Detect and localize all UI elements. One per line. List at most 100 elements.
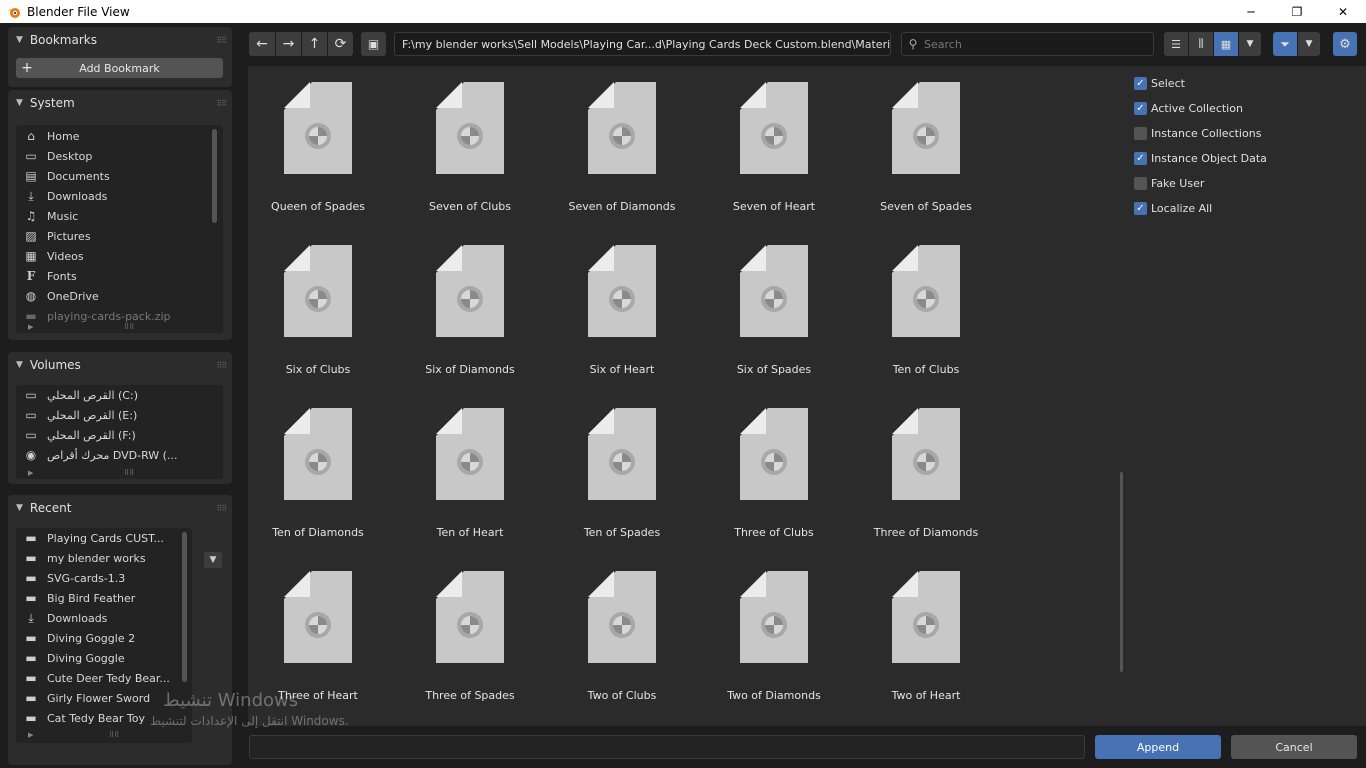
blend-file-thumbnail-icon	[284, 408, 352, 500]
drag-handle-icon[interactable]: ⠿⠿	[216, 36, 227, 45]
volume-item-c[interactable]: ▭ ‎القرص المحلي (C:)	[16, 385, 223, 405]
file-item[interactable]: Three of Heart	[248, 555, 398, 705]
expand-arrow-icon[interactable]: ▶	[28, 731, 33, 739]
recent-item[interactable]: ▬ Diving Goggle 2	[16, 628, 192, 648]
option-localize-all[interactable]: ✓ Localize All	[1134, 199, 1212, 217]
volume-item-dvd[interactable]: ◉ ‎محرك أقراص DVD-RW (...	[16, 445, 223, 465]
file-item[interactable]: Queen of Spades	[248, 66, 398, 216]
close-button[interactable]: ✕	[1320, 0, 1366, 23]
volume-item-f[interactable]: ▭ ‎القرص المحلي (F:)	[16, 425, 223, 445]
recent-item[interactable]: ▬ my blender works	[16, 548, 192, 568]
option-active-collection[interactable]: ✓ Active Collection	[1134, 99, 1243, 117]
system-scrollbar[interactable]	[212, 129, 217, 223]
drag-handle-icon[interactable]: ⠿⠿	[216, 361, 227, 370]
blend-file-thumbnail-icon	[588, 245, 656, 337]
system-item-music[interactable]: ♫ Music	[16, 206, 223, 226]
drag-handle-icon[interactable]: ⠿⠿	[216, 504, 227, 513]
blend-file-thumbnail-icon	[892, 82, 960, 174]
checkbox-checked-icon: ✓	[1134, 201, 1147, 215]
resize-grip-icon[interactable]: ⠿⠿	[124, 323, 134, 331]
resize-grip-icon[interactable]: ⠿⠿	[124, 469, 134, 477]
expand-arrow-icon[interactable]: ▶	[28, 469, 33, 477]
filename-input[interactable]	[249, 735, 1085, 759]
system-item-desktop[interactable]: ▭ Desktop	[16, 146, 223, 166]
file-item[interactable]: Three of Diamonds	[856, 392, 1006, 542]
file-item[interactable]: Six of Spades	[704, 229, 854, 379]
expand-arrow-icon[interactable]: ▶	[28, 323, 33, 331]
add-bookmark-button[interactable]: + Add Bookmark	[16, 58, 223, 78]
file-item[interactable]: Six of Heart	[552, 229, 702, 379]
display-settings-dropdown[interactable]: ▼	[1239, 32, 1261, 56]
refresh-button[interactable]: ⟳	[328, 32, 353, 56]
resize-grip-icon[interactable]: ⠿⠿	[109, 731, 119, 739]
file-item[interactable]: Ten of Clubs	[856, 229, 1006, 379]
recent-item[interactable]: ▬ Diving Goggle	[16, 648, 192, 668]
file-item[interactable]: Three of Spades	[400, 555, 550, 705]
horizontal-list-view-button[interactable]: ⫼	[1189, 32, 1213, 56]
append-button[interactable]: Append	[1095, 735, 1221, 759]
recent-header[interactable]: ▼ Recent ⠿⠿	[8, 495, 232, 521]
recent-scrollbar[interactable]	[182, 532, 187, 682]
recent-item[interactable]: ⤓ Downloads	[16, 608, 192, 628]
path-input[interactable]: F:\my blender works\Sell Models\Playing …	[394, 32, 891, 56]
file-name: Six of Heart	[589, 363, 655, 376]
system-item-videos[interactable]: ▦ Videos	[16, 246, 223, 266]
bookmarks-header[interactable]: ▼ Bookmarks ⠿⠿	[8, 27, 232, 53]
file-item[interactable]: Six of Clubs	[248, 229, 398, 379]
file-item[interactable]: Two of Heart	[856, 555, 1006, 705]
filter-dropdown[interactable]: ▼	[1298, 32, 1320, 56]
item-label: Music	[47, 209, 79, 223]
item-label: Cute Deer Tedy Bear...	[47, 671, 170, 685]
recent-menu-button[interactable]: ▼	[204, 552, 222, 568]
blend-file-thumbnail-icon	[892, 571, 960, 663]
option-instance-collections[interactable]: Instance Collections	[1134, 124, 1261, 142]
vertical-list-view-button[interactable]: ☰	[1164, 32, 1188, 56]
thumbnail-view-button[interactable]: ▦	[1214, 32, 1238, 56]
file-item[interactable]: Ten of Heart	[400, 392, 550, 542]
minimize-button[interactable]: ─	[1228, 0, 1274, 23]
options-toggle-button[interactable]: ⚙	[1333, 32, 1357, 56]
system-item-fonts[interactable]: F Fonts	[16, 266, 223, 286]
system-header[interactable]: ▼ System ⠿⠿	[8, 90, 232, 116]
folder-icon: ▬	[25, 551, 37, 565]
file-item[interactable]: Two of Clubs	[552, 555, 702, 705]
back-button[interactable]: ←	[249, 32, 275, 56]
file-item[interactable]: Ten of Diamonds	[248, 392, 398, 542]
parent-directory-button[interactable]: ↑	[302, 32, 327, 56]
search-input[interactable]: ⚲ Search	[901, 32, 1154, 56]
file-item[interactable]: Seven of Diamonds	[552, 66, 702, 216]
system-item-home[interactable]: ⌂ Home	[16, 126, 223, 146]
option-select[interactable]: ✓ Select	[1134, 74, 1185, 92]
system-item-onedrive[interactable]: ◍ OneDrive	[16, 286, 223, 306]
system-item-documents[interactable]: ▤ Documents	[16, 166, 223, 186]
forward-button[interactable]: →	[276, 32, 301, 56]
gear-icon: ⚙	[1339, 36, 1351, 52]
file-item[interactable]: Seven of Spades	[856, 66, 1006, 216]
folder-icon: ▬	[25, 671, 37, 685]
file-item[interactable]: Three of Clubs	[704, 392, 854, 542]
system-item-zip[interactable]: ▬ playing-cards-pack.zip	[16, 306, 223, 326]
system-item-downloads[interactable]: ⤓ Downloads	[16, 186, 223, 206]
maximize-button[interactable]: ❐	[1274, 0, 1320, 23]
file-item[interactable]: Six of Diamonds	[400, 229, 550, 379]
file-grid: Queen of Spades Seven of Clubs Seven of Di…	[248, 66, 1126, 726]
file-item[interactable]: Two of Diamonds	[704, 555, 854, 705]
filter-toggle-button[interactable]: ⏷	[1273, 32, 1297, 56]
recent-item[interactable]: ▬ Big Bird Feather	[16, 588, 192, 608]
cancel-button[interactable]: Cancel	[1231, 735, 1357, 759]
recent-item[interactable]: ▬ Playing Cards CUST...	[16, 528, 192, 548]
option-instance-object-data[interactable]: ✓ Instance Object Data	[1134, 149, 1267, 167]
file-item[interactable]: Ten of Spades	[552, 392, 702, 542]
volumes-header[interactable]: ▼ Volumes ⠿⠿	[8, 352, 232, 378]
system-item-pictures[interactable]: ▨ Pictures	[16, 226, 223, 246]
volume-item-e[interactable]: ▭ ‎القرص المحلي (E:)	[16, 405, 223, 425]
option-fake-user[interactable]: Fake User	[1134, 174, 1204, 192]
file-item[interactable]: Seven of Heart	[704, 66, 854, 216]
drag-handle-icon[interactable]: ⠿⠿	[216, 99, 227, 108]
folder-icon: ▬	[25, 631, 37, 645]
recent-item[interactable]: ▬ SVG-cards-1.3	[16, 568, 192, 588]
file-item[interactable]: Seven of Clubs	[400, 66, 550, 216]
file-grid-scrollbar[interactable]	[1120, 472, 1123, 672]
new-folder-button[interactable]: ▣	[361, 32, 386, 56]
recent-item[interactable]: ▬ Cute Deer Tedy Bear...	[16, 668, 192, 688]
